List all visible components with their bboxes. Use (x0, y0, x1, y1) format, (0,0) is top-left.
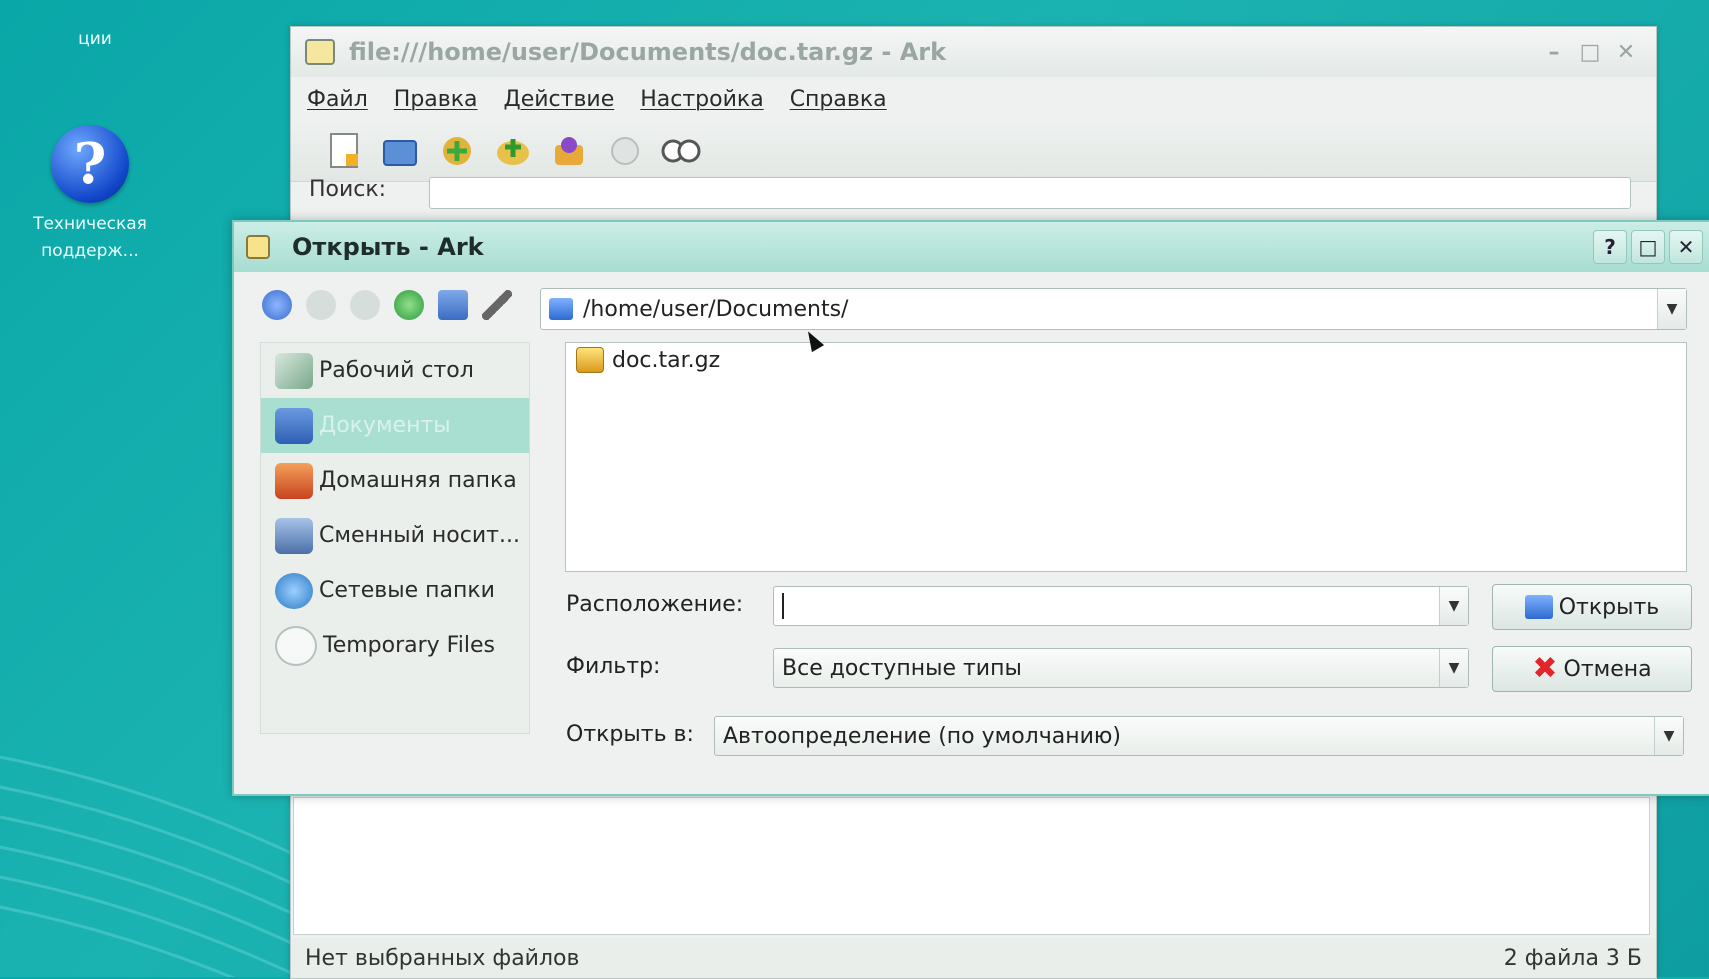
filter-label: Фильтр: (566, 654, 661, 679)
place-documents[interactable]: Документы (261, 398, 529, 453)
desktop-icon-top[interactable]: ции (20, 0, 170, 53)
help-icon: ? (51, 125, 129, 203)
back-icon[interactable] (262, 290, 292, 320)
maximize-button[interactable]: □ (1631, 230, 1665, 264)
location-input[interactable]: ▼ (773, 586, 1469, 626)
place-removable[interactable]: Сменный носит... (261, 508, 529, 563)
cancel-button-label: Отмена (1563, 656, 1652, 682)
open-with-select[interactable]: Автоопределение (по умолчанию) ▼ (714, 716, 1684, 756)
open-button[interactable]: Открыть (1492, 584, 1692, 630)
cancel-button[interactable]: ✖ Отмена (1492, 646, 1692, 692)
menu-edit[interactable]: Правка (394, 87, 478, 112)
file-name: doc.tar.gz (612, 347, 721, 373)
new-folder-icon[interactable] (438, 290, 468, 320)
place-label: Сменный носит... (319, 523, 520, 548)
dialog-app-icon (246, 235, 270, 259)
statusbar: Нет выбранных файлов 2 файла 3 Б (291, 938, 1656, 978)
desktop-icon-support-label: Техническая поддерж... (33, 214, 147, 261)
up-icon[interactable] (350, 290, 380, 320)
search-row: Поиск: (309, 177, 1631, 209)
location-label: Расположение: (566, 592, 744, 617)
ark-app-icon (305, 39, 335, 65)
chevron-down-icon[interactable]: ▼ (1657, 289, 1686, 329)
dialog-titlebar[interactable]: Открыть - Ark ? □ ✕ (234, 222, 1709, 272)
reload-icon[interactable] (394, 290, 424, 320)
ark-window-title: file:///home/user/Documents/doc.tar.gz -… (349, 38, 947, 66)
place-label: Домашняя папка (319, 468, 517, 493)
open-archive-icon[interactable] (381, 131, 421, 171)
chevron-down-icon[interactable]: ▼ (1439, 649, 1468, 687)
toolbar (291, 121, 1656, 182)
close-icon[interactable]: ✕ (1612, 38, 1640, 66)
archive-file-icon (576, 347, 604, 373)
menu-settings[interactable]: Настройка (640, 87, 763, 112)
forward-icon[interactable] (306, 290, 336, 320)
filter-select[interactable]: Все доступные типы ▼ (773, 648, 1469, 688)
place-label: Temporary Files (323, 633, 495, 658)
documents-icon (275, 407, 313, 444)
menubar: Файл Правка Действие Настройка Справка (291, 77, 1656, 121)
menu-file[interactable]: Файл (307, 87, 368, 112)
temp-files-icon (275, 625, 317, 666)
cancel-x-icon: ✖ (1532, 651, 1558, 686)
status-selection: Нет выбранных файлов (305, 945, 580, 971)
place-label: Документы (319, 413, 451, 438)
desktop-icon-support[interactable]: ? Техническая поддерж... (10, 125, 170, 265)
open-with-label: Открыть в: (566, 722, 694, 747)
chevron-down-icon[interactable]: ▼ (1654, 717, 1683, 755)
path-value: /home/user/Documents/ (583, 296, 849, 322)
desktop-icon-top-label: ции (78, 29, 112, 49)
file-view[interactable]: doc.tar.gz (565, 342, 1687, 572)
place-label: Сетевые папки (319, 578, 495, 603)
dialog-title: Открыть - Ark (292, 233, 484, 261)
places-panel: Рабочий стол Документы Домашняя папка См… (260, 342, 530, 734)
menu-action[interactable]: Действие (504, 87, 615, 112)
help-button[interactable]: ? (1593, 230, 1627, 264)
home-icon (275, 462, 313, 499)
new-archive-icon[interactable] (325, 131, 365, 171)
network-folders-icon (275, 572, 313, 609)
open-button-label: Открыть (1558, 594, 1660, 620)
open-folder-icon (1524, 595, 1553, 619)
delete-icon[interactable] (605, 131, 645, 171)
search-input[interactable] (429, 177, 1631, 209)
maximize-icon[interactable]: □ (1576, 38, 1604, 66)
place-desktop[interactable]: Рабочий стол (261, 343, 529, 398)
open-dialog: Открыть - Ark ? □ ✕ /home/user/Documents… (232, 220, 1709, 796)
minimize-icon[interactable]: – (1540, 38, 1568, 66)
add-folder-icon[interactable] (493, 131, 533, 171)
file-item[interactable]: doc.tar.gz (576, 343, 720, 377)
extract-icon[interactable] (549, 131, 589, 171)
dialog-nav-toolbar (262, 290, 512, 320)
place-label: Рабочий стол (319, 358, 474, 383)
place-home[interactable]: Домашняя папка (261, 453, 529, 508)
close-button[interactable]: ✕ (1669, 230, 1703, 264)
filter-value: Все доступные типы (782, 655, 1022, 681)
place-temp[interactable]: Temporary Files (261, 618, 529, 673)
ark-titlebar[interactable]: file:///home/user/Documents/doc.tar.gz -… (291, 27, 1656, 77)
search-label: Поиск: (309, 177, 387, 202)
text-cursor (782, 593, 784, 619)
folder-icon (549, 298, 573, 320)
view-icon[interactable] (661, 131, 701, 171)
path-combobox[interactable]: /home/user/Documents/ ▼ (540, 288, 1687, 330)
options-wrench-icon[interactable] (482, 290, 512, 320)
chevron-down-icon[interactable]: ▼ (1439, 587, 1468, 625)
menu-help[interactable]: Справка (790, 87, 887, 112)
place-network[interactable]: Сетевые папки (261, 563, 529, 618)
add-file-icon[interactable] (437, 131, 477, 171)
status-file-count: 2 файла 3 Б (1503, 945, 1642, 971)
open-with-value: Автоопределение (по умолчанию) (723, 723, 1122, 749)
archive-file-list[interactable] (293, 797, 1650, 935)
desktop-icon (275, 352, 313, 389)
removable-media-icon (275, 517, 313, 554)
